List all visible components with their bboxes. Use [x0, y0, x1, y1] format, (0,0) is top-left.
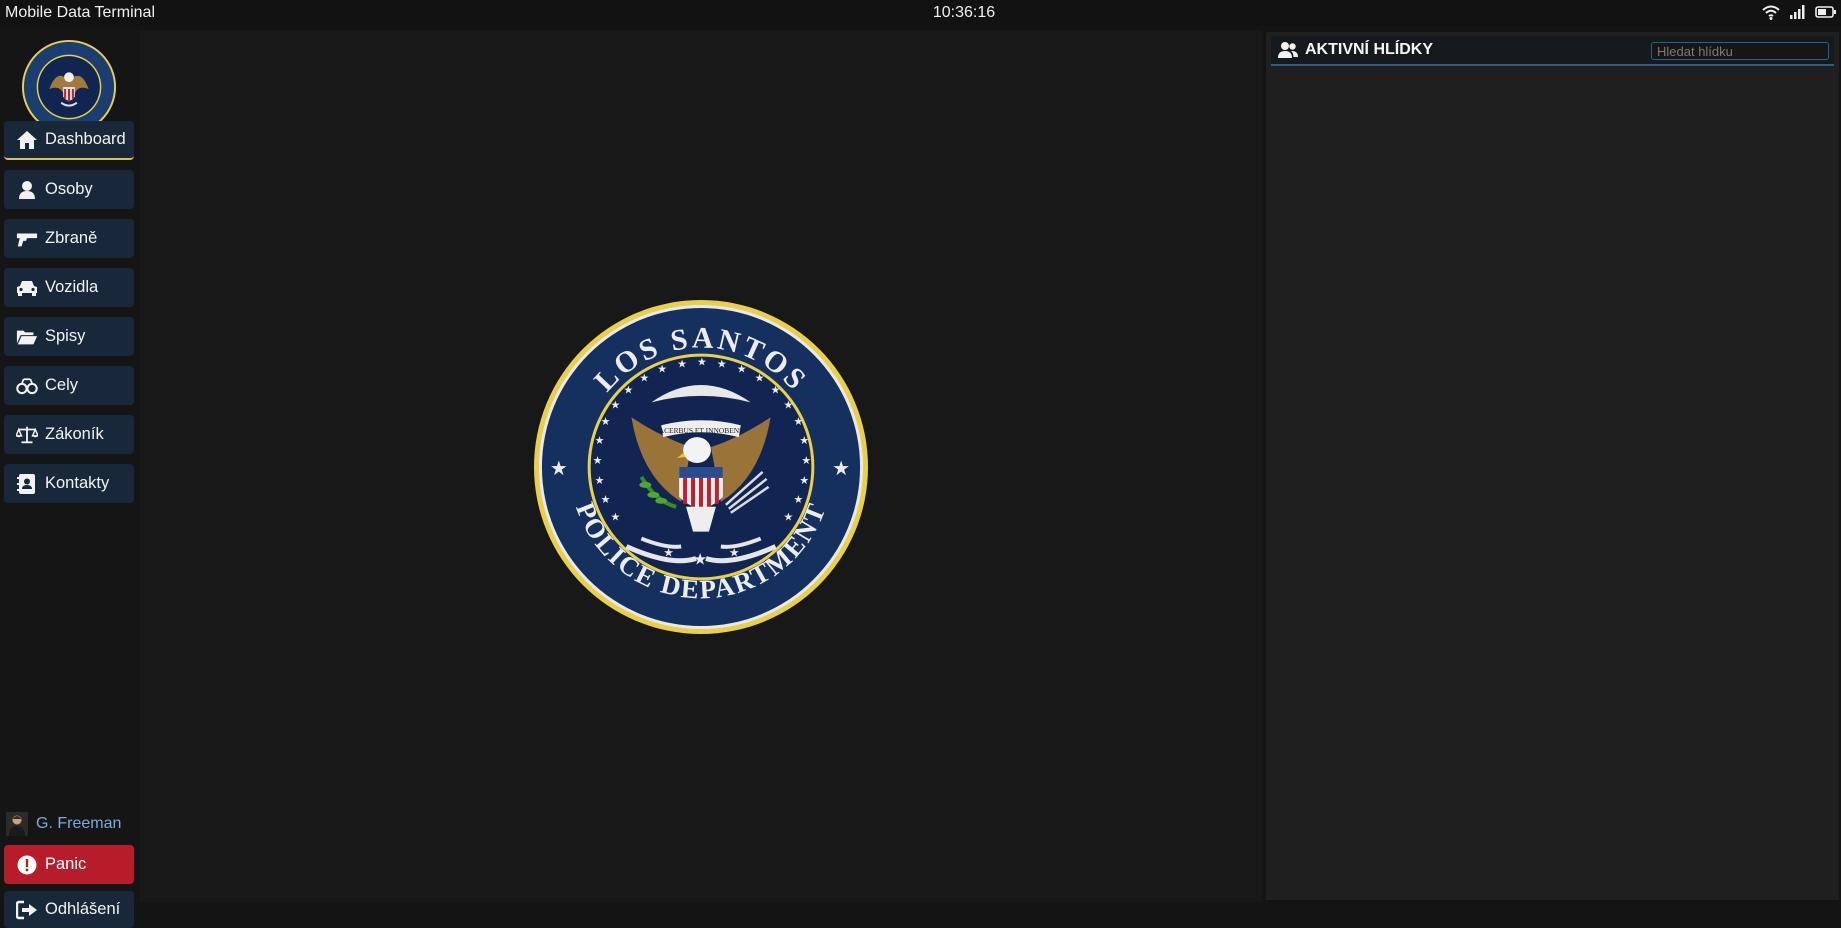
nav-label: Kontakty: [45, 474, 110, 492]
svg-text:★: ★: [677, 358, 687, 371]
svg-text:★: ★: [595, 434, 605, 447]
nav-label: Spisy: [45, 327, 86, 345]
svg-text:★: ★: [729, 545, 740, 559]
active-patrols-panel: AKTIVNÍ HLÍDKY: [1266, 32, 1839, 900]
panic-label: Panic: [45, 855, 87, 873]
handcuffs-icon: [16, 375, 38, 397]
status-bar: Mobile Data Terminal 10:36:16: [0, 0, 1841, 26]
gun-icon: [16, 228, 38, 250]
nav-vozidla[interactable]: Vozidla: [4, 268, 134, 307]
panel-title: AKTIVNÍ HLÍDKY: [1305, 41, 1433, 58]
main-content: LOS SANTOS POLICE DEPARTMENT ★ ★ ★ ★ ★ ★ ★ …: [140, 30, 1262, 902]
avatar: [6, 812, 28, 836]
nav-label: Osoby: [45, 180, 93, 198]
svg-text:★: ★: [611, 398, 621, 411]
users-icon: [1277, 41, 1299, 59]
nav-dashboard[interactable]: Dashboard: [4, 121, 134, 160]
svg-text:★: ★: [793, 493, 803, 506]
svg-text:★: ★: [663, 545, 674, 559]
nav-label: Dashboard: [45, 130, 126, 148]
alert-icon: [16, 854, 38, 876]
svg-text:★: ★: [784, 398, 794, 411]
svg-text:★: ★: [593, 454, 603, 467]
svg-text:★: ★: [793, 415, 803, 428]
lspd-seal: LOS SANTOS POLICE DEPARTMENT ★ ★ ★ ★★ ★★ …: [533, 299, 869, 635]
user-profile[interactable]: G. Freeman: [6, 812, 136, 836]
svg-text:★: ★: [697, 356, 707, 369]
svg-text:★: ★: [771, 383, 781, 396]
nav-spisy[interactable]: Spisy: [4, 317, 134, 356]
svg-text:★: ★: [693, 549, 707, 568]
user-icon: [16, 179, 38, 201]
svg-text:★: ★: [601, 415, 611, 428]
nav-zbrane[interactable]: Zbraně: [4, 219, 134, 258]
status-icons: [1761, 4, 1837, 20]
nav-kontakty[interactable]: Kontakty: [4, 464, 134, 503]
car-icon: [16, 277, 38, 299]
panel-header: AKTIVNÍ HLÍDKY: [1271, 36, 1834, 66]
scales-icon: [16, 424, 38, 446]
svg-text:★: ★: [799, 434, 809, 447]
svg-text:★: ★: [657, 363, 667, 376]
seal-motto: ACERBUS ET INNOBENS: [659, 426, 744, 435]
nav-cely[interactable]: Cely: [4, 366, 134, 405]
patrol-search-input[interactable]: [1651, 42, 1829, 60]
svg-text:★: ★: [601, 493, 611, 506]
svg-text:★: ★: [832, 457, 850, 480]
sidebar: Dashboard Osoby Zbraně Vozidla Spisy Cel…: [0, 30, 138, 928]
nav-label: Cely: [45, 376, 79, 394]
nav-osoby[interactable]: Osoby: [4, 170, 134, 209]
svg-text:★: ★: [550, 457, 568, 480]
svg-text:★: ★: [737, 363, 747, 376]
panic-button[interactable]: Panic: [4, 845, 134, 884]
svg-text:★: ★: [595, 474, 605, 487]
svg-text:★: ★: [755, 372, 765, 385]
clock: 10:36:16: [932, 4, 996, 21]
nav-label: Zbraně: [45, 229, 98, 247]
address-book-icon: [16, 473, 38, 495]
logout-label: Odhlášení: [45, 900, 121, 918]
wifi-icon: [1762, 5, 1780, 20]
signal-icon: [1790, 5, 1805, 19]
svg-text:★: ★: [611, 511, 621, 524]
logout-button[interactable]: Odhlášení: [4, 891, 134, 928]
svg-text:★: ★: [623, 383, 633, 396]
svg-text:★: ★: [784, 511, 794, 524]
home-icon: [16, 129, 38, 151]
svg-text:★: ★: [717, 358, 727, 371]
svg-text:★: ★: [801, 454, 811, 467]
nav-label: Zákoník: [45, 425, 104, 443]
user-name: G. Freeman: [36, 815, 122, 832]
svg-text:★: ★: [639, 372, 649, 385]
svg-text:★: ★: [799, 474, 809, 487]
folder-open-icon: [16, 326, 38, 348]
battery-icon: [1815, 6, 1836, 18]
nav-zakonik[interactable]: Zákoník: [4, 415, 134, 454]
nav-label: Vozidla: [45, 278, 99, 296]
